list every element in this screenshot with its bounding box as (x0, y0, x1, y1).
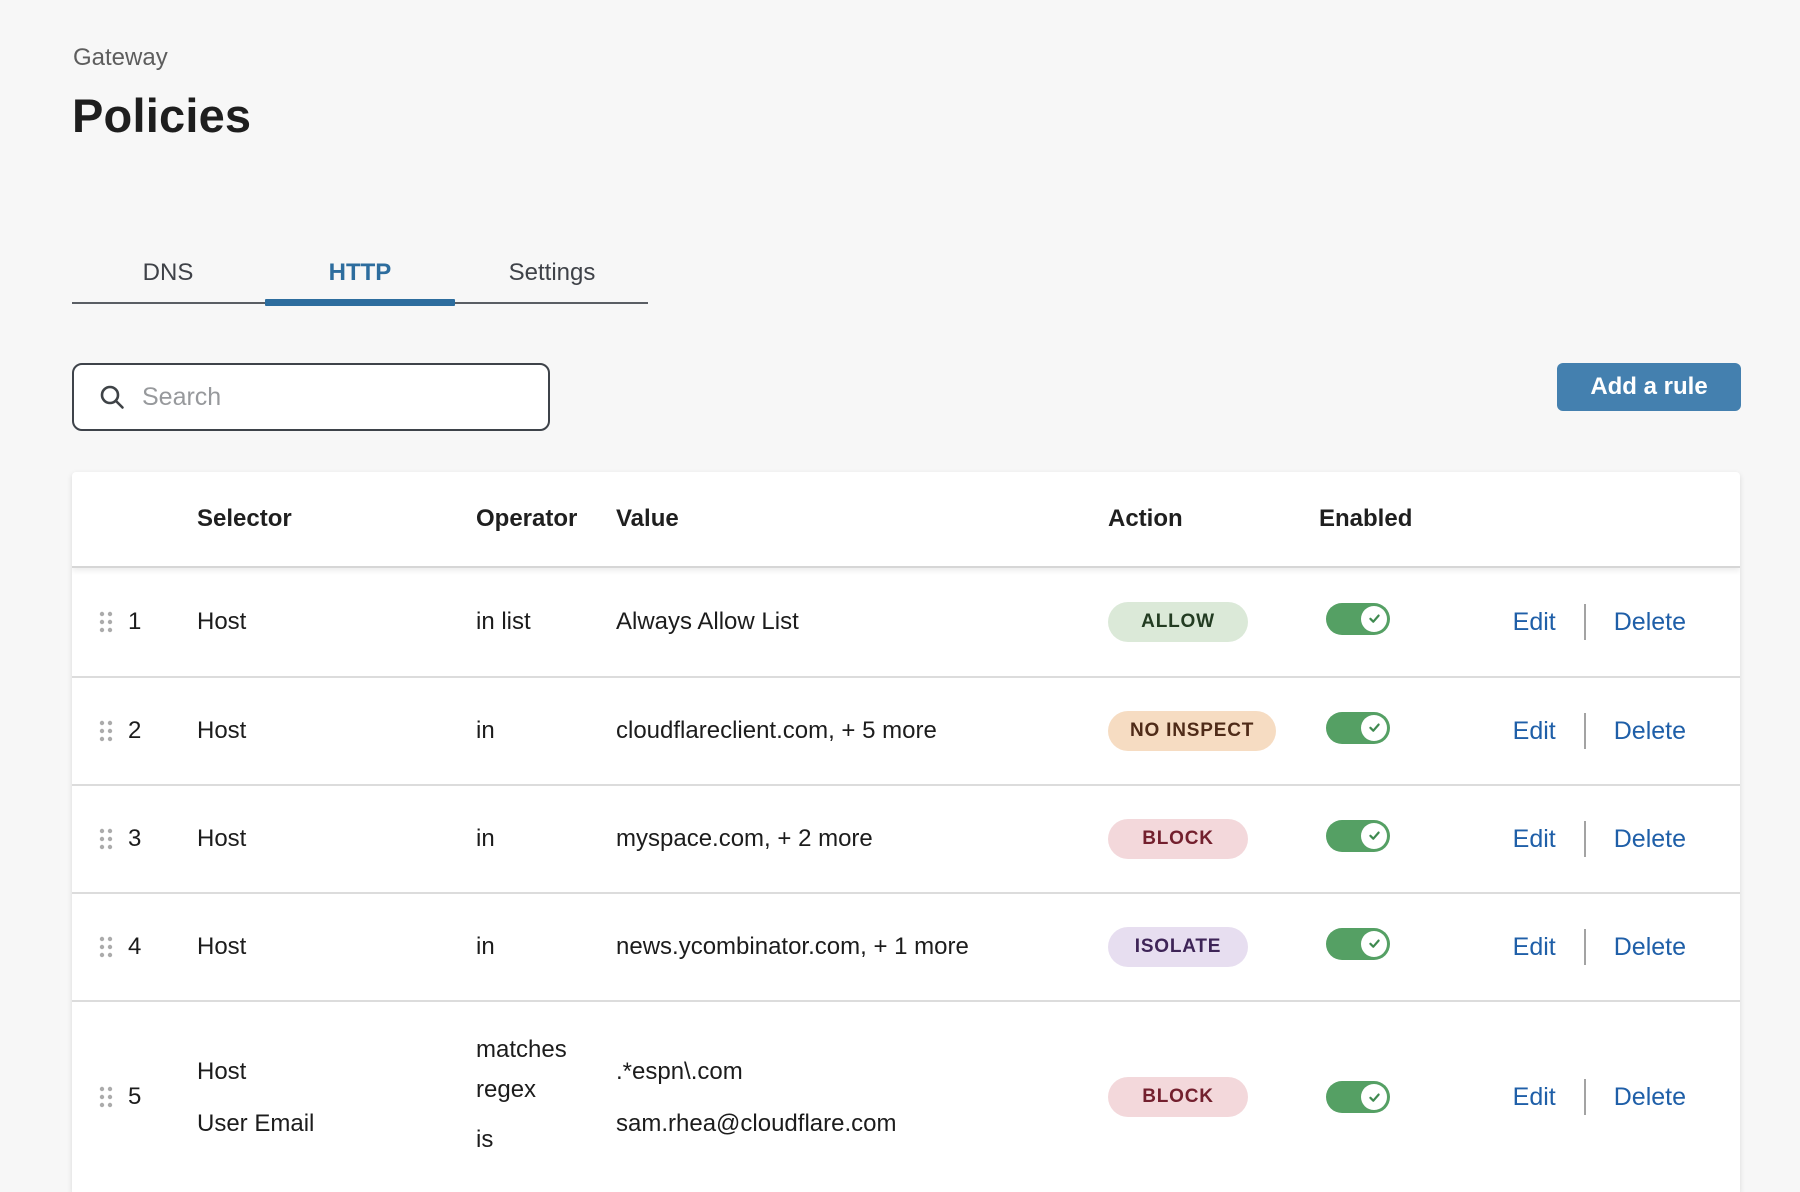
page-title: Policies (72, 88, 251, 143)
row-value: .*espn\.com (616, 1050, 1108, 1094)
row-selector: Host (197, 717, 476, 745)
drag-handle-icon[interactable] (96, 823, 116, 855)
drag-handle-icon[interactable] (96, 715, 116, 747)
tab-dns[interactable]: DNS (72, 240, 264, 306)
row-value: myspace.com, + 2 more (616, 825, 1108, 853)
row-value: Always Allow List (616, 608, 1108, 636)
check-icon (1367, 720, 1382, 735)
divider (1584, 821, 1586, 857)
row-value: sam.rhea@cloudflare.com (616, 1102, 1108, 1146)
tab-bar: DNS HTTP Settings (72, 240, 648, 306)
action-badge: ISOLATE (1108, 927, 1248, 967)
row-value: cloudflareclient.com, + 5 more (616, 717, 1108, 745)
divider (1584, 604, 1586, 640)
edit-link[interactable]: Edit (1513, 825, 1556, 854)
table-row: 5 Host User Email matches regex is .*esp… (72, 1000, 1740, 1192)
row-selector: Host (197, 825, 476, 853)
tab-http[interactable]: HTTP (264, 240, 456, 306)
row-operator: in list (476, 608, 616, 636)
search-box[interactable] (72, 363, 550, 431)
edit-link[interactable]: Edit (1513, 1083, 1556, 1112)
table-row: 2 Host in cloudflareclient.com, + 5 more… (72, 676, 1740, 784)
search-input[interactable] (142, 383, 522, 412)
table-header-row: Selector Operator Value Action Enabled (72, 472, 1740, 568)
drag-handle-icon[interactable] (96, 931, 116, 963)
column-header-operator: Operator (476, 505, 616, 533)
drag-handle-icon[interactable] (96, 606, 116, 638)
column-header-value: Value (616, 505, 1108, 533)
edit-link[interactable]: Edit (1513, 608, 1556, 637)
enabled-toggle[interactable] (1326, 712, 1390, 744)
enabled-toggle[interactable] (1326, 928, 1390, 960)
row-operator: in (476, 717, 616, 745)
row-operator: in (476, 825, 616, 853)
row-number: 5 (128, 1083, 141, 1111)
enabled-toggle[interactable] (1326, 1081, 1390, 1113)
check-icon (1367, 936, 1382, 951)
delete-link[interactable]: Delete (1614, 825, 1686, 854)
edit-link[interactable]: Edit (1513, 717, 1556, 746)
row-number: 1 (128, 608, 197, 636)
action-badge: BLOCK (1108, 1077, 1248, 1117)
check-icon (1367, 1090, 1382, 1105)
row-number: 4 (128, 933, 197, 961)
drag-handle-icon[interactable] (96, 1081, 116, 1113)
column-header-enabled: Enabled (1312, 505, 1472, 533)
tab-settings[interactable]: Settings (456, 240, 648, 306)
edit-link[interactable]: Edit (1513, 933, 1556, 962)
row-number: 2 (128, 717, 197, 745)
divider (1584, 713, 1586, 749)
check-icon (1367, 828, 1382, 843)
row-number: 3 (128, 825, 197, 853)
row-selector: Host (197, 1050, 476, 1094)
search-icon (98, 383, 126, 411)
delete-link[interactable]: Delete (1614, 933, 1686, 962)
row-value: news.ycombinator.com, + 1 more (616, 933, 1108, 961)
action-badge: NO INSPECT (1108, 711, 1276, 751)
enabled-toggle[interactable] (1326, 603, 1390, 635)
breadcrumb[interactable]: Gateway (73, 44, 168, 72)
policies-table: Selector Operator Value Action Enabled 1… (72, 472, 1740, 1192)
divider (1584, 1079, 1586, 1115)
action-badge: ALLOW (1108, 602, 1248, 642)
row-operator: matches regex (476, 1030, 596, 1110)
table-row: 4 Host in news.ycombinator.com, + 1 more… (72, 892, 1740, 1000)
row-operator: in (476, 933, 616, 961)
row-selector: Host (197, 933, 476, 961)
action-badge: BLOCK (1108, 819, 1248, 859)
add-rule-button[interactable]: Add a rule (1557, 363, 1741, 411)
check-icon (1367, 611, 1382, 626)
table-row: 3 Host in myspace.com, + 2 more BLOCK Ed… (72, 784, 1740, 892)
column-header-selector: Selector (197, 505, 476, 533)
delete-link[interactable]: Delete (1614, 1083, 1686, 1112)
delete-link[interactable]: Delete (1614, 608, 1686, 637)
table-row: 1 Host in list Always Allow List ALLOW E… (72, 568, 1740, 676)
row-selector: Host (197, 608, 476, 636)
column-header-action: Action (1108, 505, 1312, 533)
row-operator: is (476, 1120, 616, 1160)
row-selector: User Email (197, 1102, 476, 1146)
divider (1584, 929, 1586, 965)
delete-link[interactable]: Delete (1614, 717, 1686, 746)
enabled-toggle[interactable] (1326, 820, 1390, 852)
